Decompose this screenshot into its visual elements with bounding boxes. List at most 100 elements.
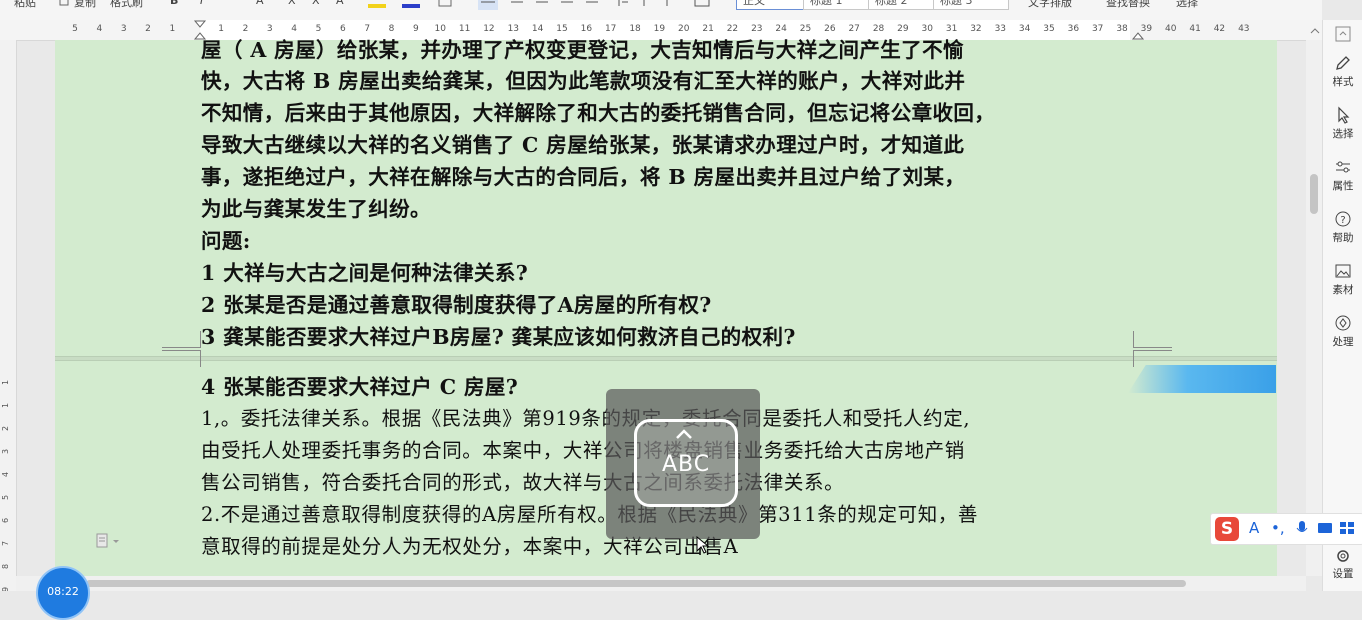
subscript-icon[interactable]: X (312, 0, 320, 7)
find-replace-button[interactable]: 查找替换 (1106, 0, 1150, 10)
sidebar-materials[interactable]: 素材 (1323, 262, 1362, 297)
align-left-icon[interactable] (478, 0, 498, 10)
toolbox-icon[interactable] (1339, 521, 1355, 535)
ribbon-toolbar: 粘贴 复制 格式刷 B I A X X A 正文 标题 1 标题 2 标题 3 … (0, 0, 1322, 21)
copy-button[interactable]: 复制 (74, 0, 96, 10)
question-item[interactable]: 3 龚某能否要求大祥过户B房屋? 龚某应该如何救济自己的权利? (201, 320, 796, 350)
answer-line[interactable]: 2.不是通过善意取得制度获得的A房屋所有权。根据《民法典》第311条的规定可知，… (201, 498, 978, 527)
clock-time: 08:22 (47, 585, 79, 598)
sidebar-process[interactable]: 处理 (1323, 314, 1362, 349)
process-icon (1335, 315, 1351, 331)
table-icon[interactable] (694, 0, 710, 8)
font-color-icon[interactable] (402, 2, 420, 8)
spellcheck-label: ABC (661, 452, 711, 477)
ruler-tick-label: 2 (1, 425, 11, 432)
spellcheck-icon: ABC (634, 419, 738, 507)
ruler-tick-label: 5 (72, 24, 78, 34)
spellcheck-overlay: ABC (606, 389, 760, 539)
cursor-select-icon (1338, 106, 1350, 124)
style-heading3[interactable]: 标题 3 (933, 0, 1009, 10)
case-text-line[interactable]: 事，遂拒绝过户，大祥在解除与大古的合同后，将 B 房屋出卖并且过户给了刘某， (201, 160, 965, 190)
case-text-line[interactable]: 为此与龚某发生了纠纷。 (201, 192, 431, 222)
sidebar-label: 选择 (1332, 128, 1354, 140)
image-icon (1335, 264, 1351, 278)
pen-icon (1336, 56, 1350, 70)
question-item[interactable]: 4 张某能否要求大祥过户 C 房屋? (201, 370, 518, 400)
sidebar-select[interactable]: 选择 (1323, 106, 1362, 141)
ime-mode-icon[interactable]: A (1249, 519, 1259, 537)
ruler-tick-label: 6 (1, 517, 11, 524)
margin-corner-mark (1133, 350, 1172, 367)
line-spacing-icon[interactable] (615, 0, 629, 8)
ruler-tick-label: 37 (1091, 24, 1104, 34)
sidebar-properties[interactable]: 属性 (1323, 158, 1362, 193)
page-break (55, 356, 1277, 361)
italic-icon[interactable]: I (200, 0, 203, 7)
question-item[interactable]: 1 大祥与大古之间是何种法律关系? (201, 256, 528, 286)
help-icon: ? (1335, 211, 1351, 227)
style-heading1[interactable]: 标题 1 (803, 0, 869, 10)
ruler-tick-label: 9 (1, 586, 11, 591)
case-text-line[interactable]: 不知情，后来由于其他原因，大祥解除了和大古的委托销售合同，但忘记将公章收回， (201, 96, 995, 126)
ruler-tick-label: 36 (1067, 24, 1080, 34)
align-center-icon[interactable] (510, 0, 524, 8)
justify-icon[interactable] (560, 0, 574, 8)
sidebar-settings[interactable]: 设置 (1323, 548, 1362, 581)
sidebar-styles[interactable]: 样式 (1323, 54, 1362, 89)
ruler-tick-label: 1 (169, 24, 176, 34)
floating-clock[interactable]: 08:22 (36, 566, 90, 620)
font-effect-icon[interactable]: A (336, 0, 344, 7)
align-right-icon[interactable] (535, 0, 549, 8)
answer-line[interactable]: 1,。委托法律关系。根据《民法典》第919条的规定，委托合同是委托人和受托人约定… (201, 402, 970, 431)
show-marks-icon[interactable] (664, 0, 678, 8)
horizontal-scroll-thumb[interactable] (86, 580, 1186, 587)
select-button[interactable]: 选择 (1176, 0, 1198, 10)
style-heading2[interactable]: 标题 2 (868, 0, 934, 10)
horizontal-scrollbar[interactable] (16, 576, 1306, 591)
microphone-icon[interactable] (1295, 520, 1309, 538)
questions-heading[interactable]: 问题: (201, 224, 251, 254)
border-icon[interactable] (438, 0, 452, 8)
sogou-logo-icon[interactable]: S (1215, 517, 1239, 541)
punctuation-icon[interactable]: •, (1271, 519, 1285, 537)
margin-corner-mark (162, 350, 201, 367)
sliders-icon (1336, 161, 1350, 173)
case-text-line[interactable]: 屋（ A 房屋）给张某，并办理了产权变更登记，大吉知情后与大祥之间产生了不愉 (201, 33, 964, 63)
ruler-tick-label: 35 (1043, 24, 1055, 34)
svg-text:?: ? (1340, 215, 1345, 226)
paste-button[interactable]: 粘贴 (14, 0, 36, 10)
ruler-tick-label: 43 (1238, 24, 1250, 34)
superscript-icon[interactable]: X (288, 0, 296, 7)
vertical-scrollbar[interactable] (1306, 28, 1322, 576)
banner-graphic (1128, 365, 1276, 393)
sidebar-help[interactable]: ? 帮助 (1323, 210, 1362, 245)
sidebar-label: 素材 (1332, 284, 1354, 296)
sidebar-label: 样式 (1332, 76, 1354, 88)
highlight-color-icon[interactable] (368, 2, 386, 8)
sidebar-label: 帮助 (1332, 232, 1354, 244)
ruler-tick-label: 41 (1189, 24, 1201, 34)
text-layout-button[interactable]: 文字排版 (1028, 0, 1072, 10)
format-painter-button[interactable]: 格式刷 (110, 0, 143, 10)
answer-line[interactable]: 由受托人处理委托事务的合同。本案中，大祥公司将楼盘销售业务委托给大古房地产销 (201, 434, 965, 463)
case-text-line[interactable]: 快，大古将 B 房屋出卖给龚某，但因为此笔款项没有汇至大祥的账户，大祥对此并 (201, 64, 965, 94)
collapse-panel-icon[interactable] (1335, 26, 1351, 42)
strikethrough-icon[interactable]: A (256, 0, 264, 7)
copy-icon (59, 0, 69, 6)
question-item[interactable]: 2 张某是否是通过善意取得制度获得了A房屋的所有权? (201, 288, 712, 318)
scroll-up-icon[interactable] (1310, 26, 1320, 36)
right-sidebar: 样式 选择 属性 ? 帮助 素材 处理 设置 (1322, 20, 1362, 591)
case-text-line[interactable]: 导致大古继续以大祥的名义销售了 C 房屋给张某，张某请求办理过户时，才知道此 (201, 128, 964, 158)
distributed-icon[interactable] (585, 0, 599, 8)
document-options-icon[interactable] (95, 533, 121, 549)
vertical-ruler[interactable]: 1 1 2 3 4 5 6 7 8 9 (0, 40, 17, 591)
sort-icon[interactable] (640, 0, 654, 8)
ruler-tick-label: 40 (1165, 24, 1177, 34)
mouse-cursor-icon (696, 536, 710, 554)
keyboard-icon[interactable] (1317, 522, 1333, 534)
vertical-scroll-thumb[interactable] (1310, 174, 1318, 214)
bold-icon[interactable]: B (170, 0, 178, 7)
style-normal[interactable]: 正文 (736, 0, 806, 10)
ruler-tick-label: 1 (1, 379, 11, 386)
margin-corner-mark (1133, 331, 1172, 348)
